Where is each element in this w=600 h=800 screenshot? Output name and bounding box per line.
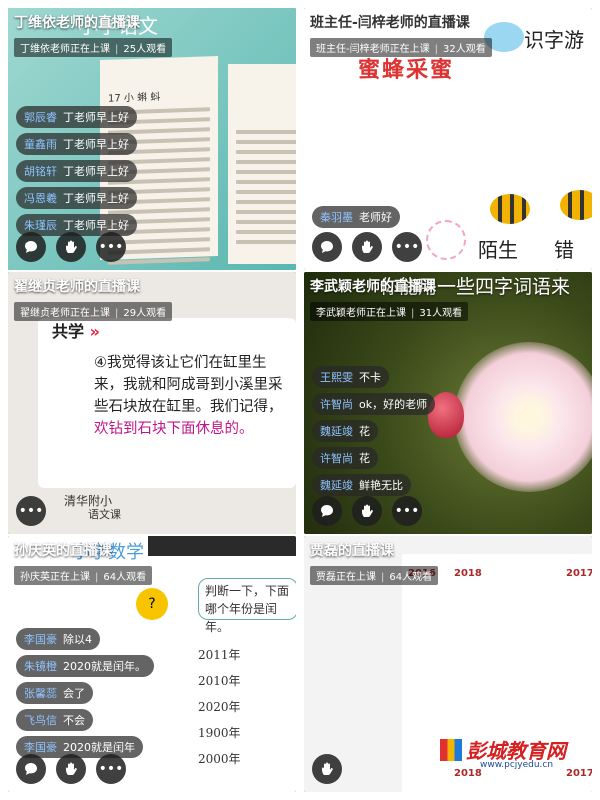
live-panel-4[interactable]: 你能用一些四字词语来 李武颖老师的直播课 李武颖老师正在上课 | 31人观看 王熙雯… [304,272,592,534]
viewer-count: 25人观看 [123,44,167,55]
live-status: 李武颖老师正在上课 | 31人观看 [310,302,469,321]
chat-message: 许智尚 ok，好的老师 [312,393,436,415]
raise-hand-icon[interactable] [352,232,382,262]
comment-icon[interactable] [312,232,342,262]
chat-list: 秦羽墨 老师好 [312,206,400,228]
rose-bloom [454,342,592,492]
teacher-status: 孙庆英正在上课 [20,572,90,583]
viewer-count: 64人观看 [103,572,147,583]
question-bubble: 判断一下，下面哪个年份是闰年。 [198,578,296,634]
live-title: 班主任-闫梓老师的直播课 [310,15,470,31]
live-panel-2[interactable]: 识字游 蜜蜂采蜜 陌生 错误 班主任-闫梓老师的直播课 班主任-闫梓老师正在上课… [304,8,592,270]
more-icon[interactable]: ••• [392,496,422,526]
teacher-status: 贾磊正在上课 [316,572,376,583]
live-panel-6[interactable]: 2016 2017 2018 2017 2018 彭城教育网 www.pcjye… [304,536,592,792]
raise-hand-icon[interactable] [312,754,342,784]
year-option: 1900年 [198,726,241,740]
calendar-year: 2017 [566,768,592,779]
textbook-right-page [228,64,296,264]
live-title: 孙庆英的直播课 [14,543,112,559]
vocab-word: 错误 [554,238,574,270]
chat-list: 李国豪 除以4 朱镜橙 2020就是闰年。 张馨蕊 会了 飞鸟信 不会 李国豪 2020就… [16,628,154,758]
chat-message: 魏延竣花 [312,420,378,442]
vocab-word: 陌生 [478,238,518,262]
live-panel-3[interactable]: 共学 » ④我觉得该让它们在缸里生来，我就和阿成哥到小溪里采些石块放在缸里。我们… [8,272,296,534]
comment-icon[interactable] [16,232,46,262]
year-list: 2011年 2010年 2020年 1900年 2000年 [198,646,241,767]
teacher-status: 李武颖老师正在上课 [316,308,406,319]
presentation-toolbar[interactable] [148,536,296,556]
live-title: 李武颖老师的直播课 [310,279,436,295]
raise-hand-icon[interactable] [56,754,86,784]
more-icon[interactable]: ••• [96,232,126,262]
viewer-count: 32人观看 [442,44,486,55]
thinking-emoji-icon: ? [136,588,168,620]
teacher-status: 班主任-闫梓老师正在上课 [316,44,430,55]
raise-hand-icon[interactable] [56,232,86,262]
live-controls: ••• [16,754,126,784]
raise-hand-icon[interactable] [352,496,382,526]
chat-message: 李国豪 除以4 [16,628,100,650]
live-status: 丁维依老师正在上课 | 25人观看 [14,38,173,57]
teacher-status: 丁维依老师正在上课 [20,44,110,55]
live-panel-1[interactable]: 小学语文 17 小 蝌 蚪 丁维依老师的直播课 丁维依老师正在上课 | 25人观看 … [8,8,296,270]
calendar-year: 2018 [454,768,482,779]
slide-title: 识字游 [524,28,584,52]
arrows-icon: » [89,322,100,341]
chat-message: 胡铭轩 丁老师早上好 [16,160,137,182]
calendar-year: 2018 [454,568,482,579]
chat-message: 秦羽墨 老师好 [312,206,400,228]
chat-message: 朱镜橙 2020就是闰年。 [16,655,154,677]
more-icon[interactable]: ••• [16,496,46,526]
live-status: 孙庆英正在上课 | 64人观看 [14,566,153,585]
comment-icon[interactable] [16,754,46,784]
lesson-title: 17 小 蝌 蚪 [108,91,161,105]
slide-heading: 共学 » [52,322,100,341]
live-title: 翟继贞老师的直播课 [14,279,140,295]
year-option: 2011年 [198,648,241,662]
bee-illustration [490,194,530,224]
more-icon[interactable]: ••• [392,232,422,262]
watermark-url: www.pcjyedu.cn [480,760,554,770]
chat-message: 童鑫雨 丁老师早上好 [16,133,137,155]
live-controls: ••• [16,496,46,526]
chat-list: 王熙雯 不卡 许智尚 ok，好的老师 魏延竣花 许智尚花 魏延竣 鲜艳无比 [312,366,436,496]
chat-message: 王熙雯 不卡 [312,366,389,388]
flower-illustration [426,220,466,260]
bee-illustration [560,190,592,220]
viewer-count: 31人观看 [419,308,463,319]
live-status: 贾磊正在上课 | 64人观看 [310,566,439,585]
year-option: 2020年 [198,700,241,714]
school-subtitle: 语文课 [88,508,121,521]
viewer-count: 29人观看 [123,308,167,319]
more-icon[interactable]: ••• [96,754,126,784]
live-controls: ••• [312,496,422,526]
live-title: 贾磊的直播课 [310,543,394,559]
slide-text: ④我觉得该让它们在缸里生来，我就和阿成哥到小溪里采些石块放在缸里。我们记得，欢钻… [94,355,283,437]
comment-icon[interactable] [312,496,342,526]
chat-message: 魏延竣 鲜艳无比 [312,474,411,496]
live-status: 翟继贞老师正在上课 | 29人观看 [14,302,173,321]
chat-message: 许智尚花 [312,447,378,469]
chat-message: 张馨蕊 会了 [16,682,93,704]
calendar-column [404,564,442,789]
live-status: 班主任-闫梓老师正在上课 | 32人观看 [310,38,492,57]
teacher-status: 翟继贞老师正在上课 [20,308,110,319]
chat-list: 郭辰睿 丁老师早上好 童鑫雨 丁老师早上好 胡铭轩 丁老师早上好 冯恩羲 丁老师早上好 … [16,106,137,236]
live-title: 丁维依老师的直播课 [14,15,140,31]
year-option: 2010年 [198,674,241,688]
calendar-year: 2017 [566,568,592,579]
live-controls: ••• [16,232,126,262]
live-controls: ••• [312,232,422,262]
live-panel-5[interactable]: 小学数学 ? 判断一下，下面哪个年份是闰年。 2011年 2010年 2020年… [8,536,296,792]
chat-message: 郭辰睿 丁老师早上好 [16,106,137,128]
watermark-logo-icon [440,738,462,761]
year-option: 2000年 [198,752,241,766]
chat-message: 冯恩羲 丁老师早上好 [16,187,137,209]
live-controls [312,754,342,784]
viewer-count: 64人观看 [389,572,433,583]
chat-message: 飞鸟信 不会 [16,709,93,731]
